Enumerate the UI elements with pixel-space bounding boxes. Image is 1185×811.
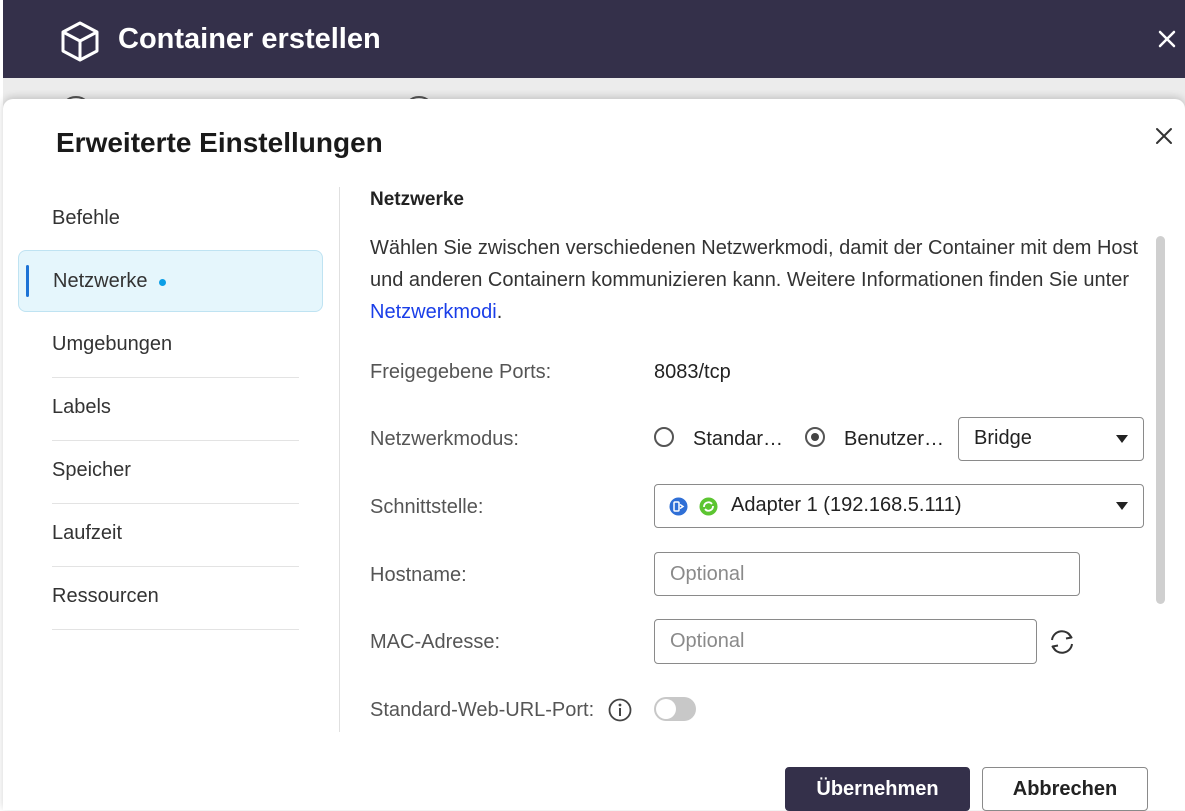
advanced-settings-dialog: Erweiterte Einstellungen Befehle Netzwer…: [3, 99, 1185, 811]
scrollbar-thumb[interactable]: [1156, 236, 1165, 604]
sidebar-item-netzwerke[interactable]: Netzwerke: [18, 250, 323, 312]
dialog-close-icon[interactable]: [1155, 127, 1173, 145]
refresh-icon[interactable]: [1047, 627, 1077, 657]
connected-status-icon: [699, 497, 718, 516]
web-url-port-label: Standard-Web-URL-Port:: [370, 699, 595, 721]
sidebar-item-label: Befehle: [52, 207, 120, 229]
dialog-title: Erweiterte Einstellungen: [56, 127, 383, 158]
network-modes-link[interactable]: Netzwerkmodi: [370, 301, 497, 323]
toggle-knob: [656, 699, 676, 719]
ports-label: Freigegebene Ports:: [370, 361, 552, 383]
radio-standard-label[interactable]: Standar…: [693, 428, 783, 451]
description-end: .: [496, 301, 503, 323]
hostname-label: Hostname:: [370, 564, 467, 586]
network-mode-label: Netzwerkmodus:: [370, 428, 519, 450]
sidebar-item-umgebungen[interactable]: Umgebungen: [18, 314, 323, 376]
sidebar-item-speicher[interactable]: Speicher: [18, 440, 323, 502]
ports-value: 8083/tcp: [654, 361, 731, 383]
sidebar-item-ressourcen[interactable]: Ressourcen: [18, 566, 323, 628]
sidebar-item-label: Ressourcen: [52, 585, 159, 607]
chevron-down-icon: [1116, 435, 1128, 443]
description-text: Wählen Sie zwischen verschiedenen Netzwe…: [370, 237, 1139, 291]
hostname-input[interactable]: [654, 552, 1080, 596]
window-title: Container erstellen: [118, 23, 381, 55]
container-cube-icon: [61, 21, 99, 62]
sidebar-item-label: Netzwerke: [53, 270, 148, 292]
mac-address-label: MAC-Adresse:: [370, 631, 501, 653]
sidebar-item-label: Speicher: [52, 459, 131, 481]
network-mode-select-value: Bridge: [974, 427, 1032, 449]
sidebar-item-label: Laufzeit: [52, 522, 123, 544]
sidebar-item-label: Labels: [52, 396, 111, 418]
close-icon[interactable]: [1158, 30, 1176, 48]
network-adapter-icon: [669, 497, 688, 516]
mac-address-input[interactable]: [654, 619, 1037, 664]
radio-standard[interactable]: [654, 427, 674, 447]
sidebar-item-labels[interactable]: Labels: [18, 377, 323, 439]
sidebar-item-laufzeit[interactable]: Laufzeit: [18, 503, 323, 565]
chevron-down-icon: [1116, 502, 1128, 510]
interface-select-value: Adapter 1 (192.168.5.111): [731, 494, 962, 516]
active-indicator: [26, 265, 29, 297]
window-titlebar: Container erstellen: [3, 0, 1185, 78]
sidebar-item-befehle[interactable]: Befehle: [18, 188, 323, 250]
apply-button[interactable]: Übernehmen: [785, 767, 970, 811]
panel-divider: [339, 187, 340, 732]
interface-label: Schnittstelle:: [370, 496, 484, 518]
radio-custom-label[interactable]: Benutzer…: [844, 428, 944, 451]
sidebar-item-label: Umgebungen: [52, 333, 173, 355]
cancel-button[interactable]: Abbrechen: [982, 767, 1148, 811]
info-icon[interactable]: [608, 698, 632, 722]
section-description: Wählen Sie zwischen verschiedenen Netzwe…: [370, 232, 1140, 328]
web-url-port-toggle[interactable]: [654, 697, 696, 721]
radio-custom[interactable]: [805, 427, 825, 447]
status-dot: [159, 279, 166, 286]
divider: [52, 629, 299, 630]
network-mode-select[interactable]: Bridge: [958, 417, 1144, 461]
section-title: Netzwerke: [370, 189, 464, 210]
interface-select[interactable]: Adapter 1 (192.168.5.111): [654, 484, 1144, 528]
